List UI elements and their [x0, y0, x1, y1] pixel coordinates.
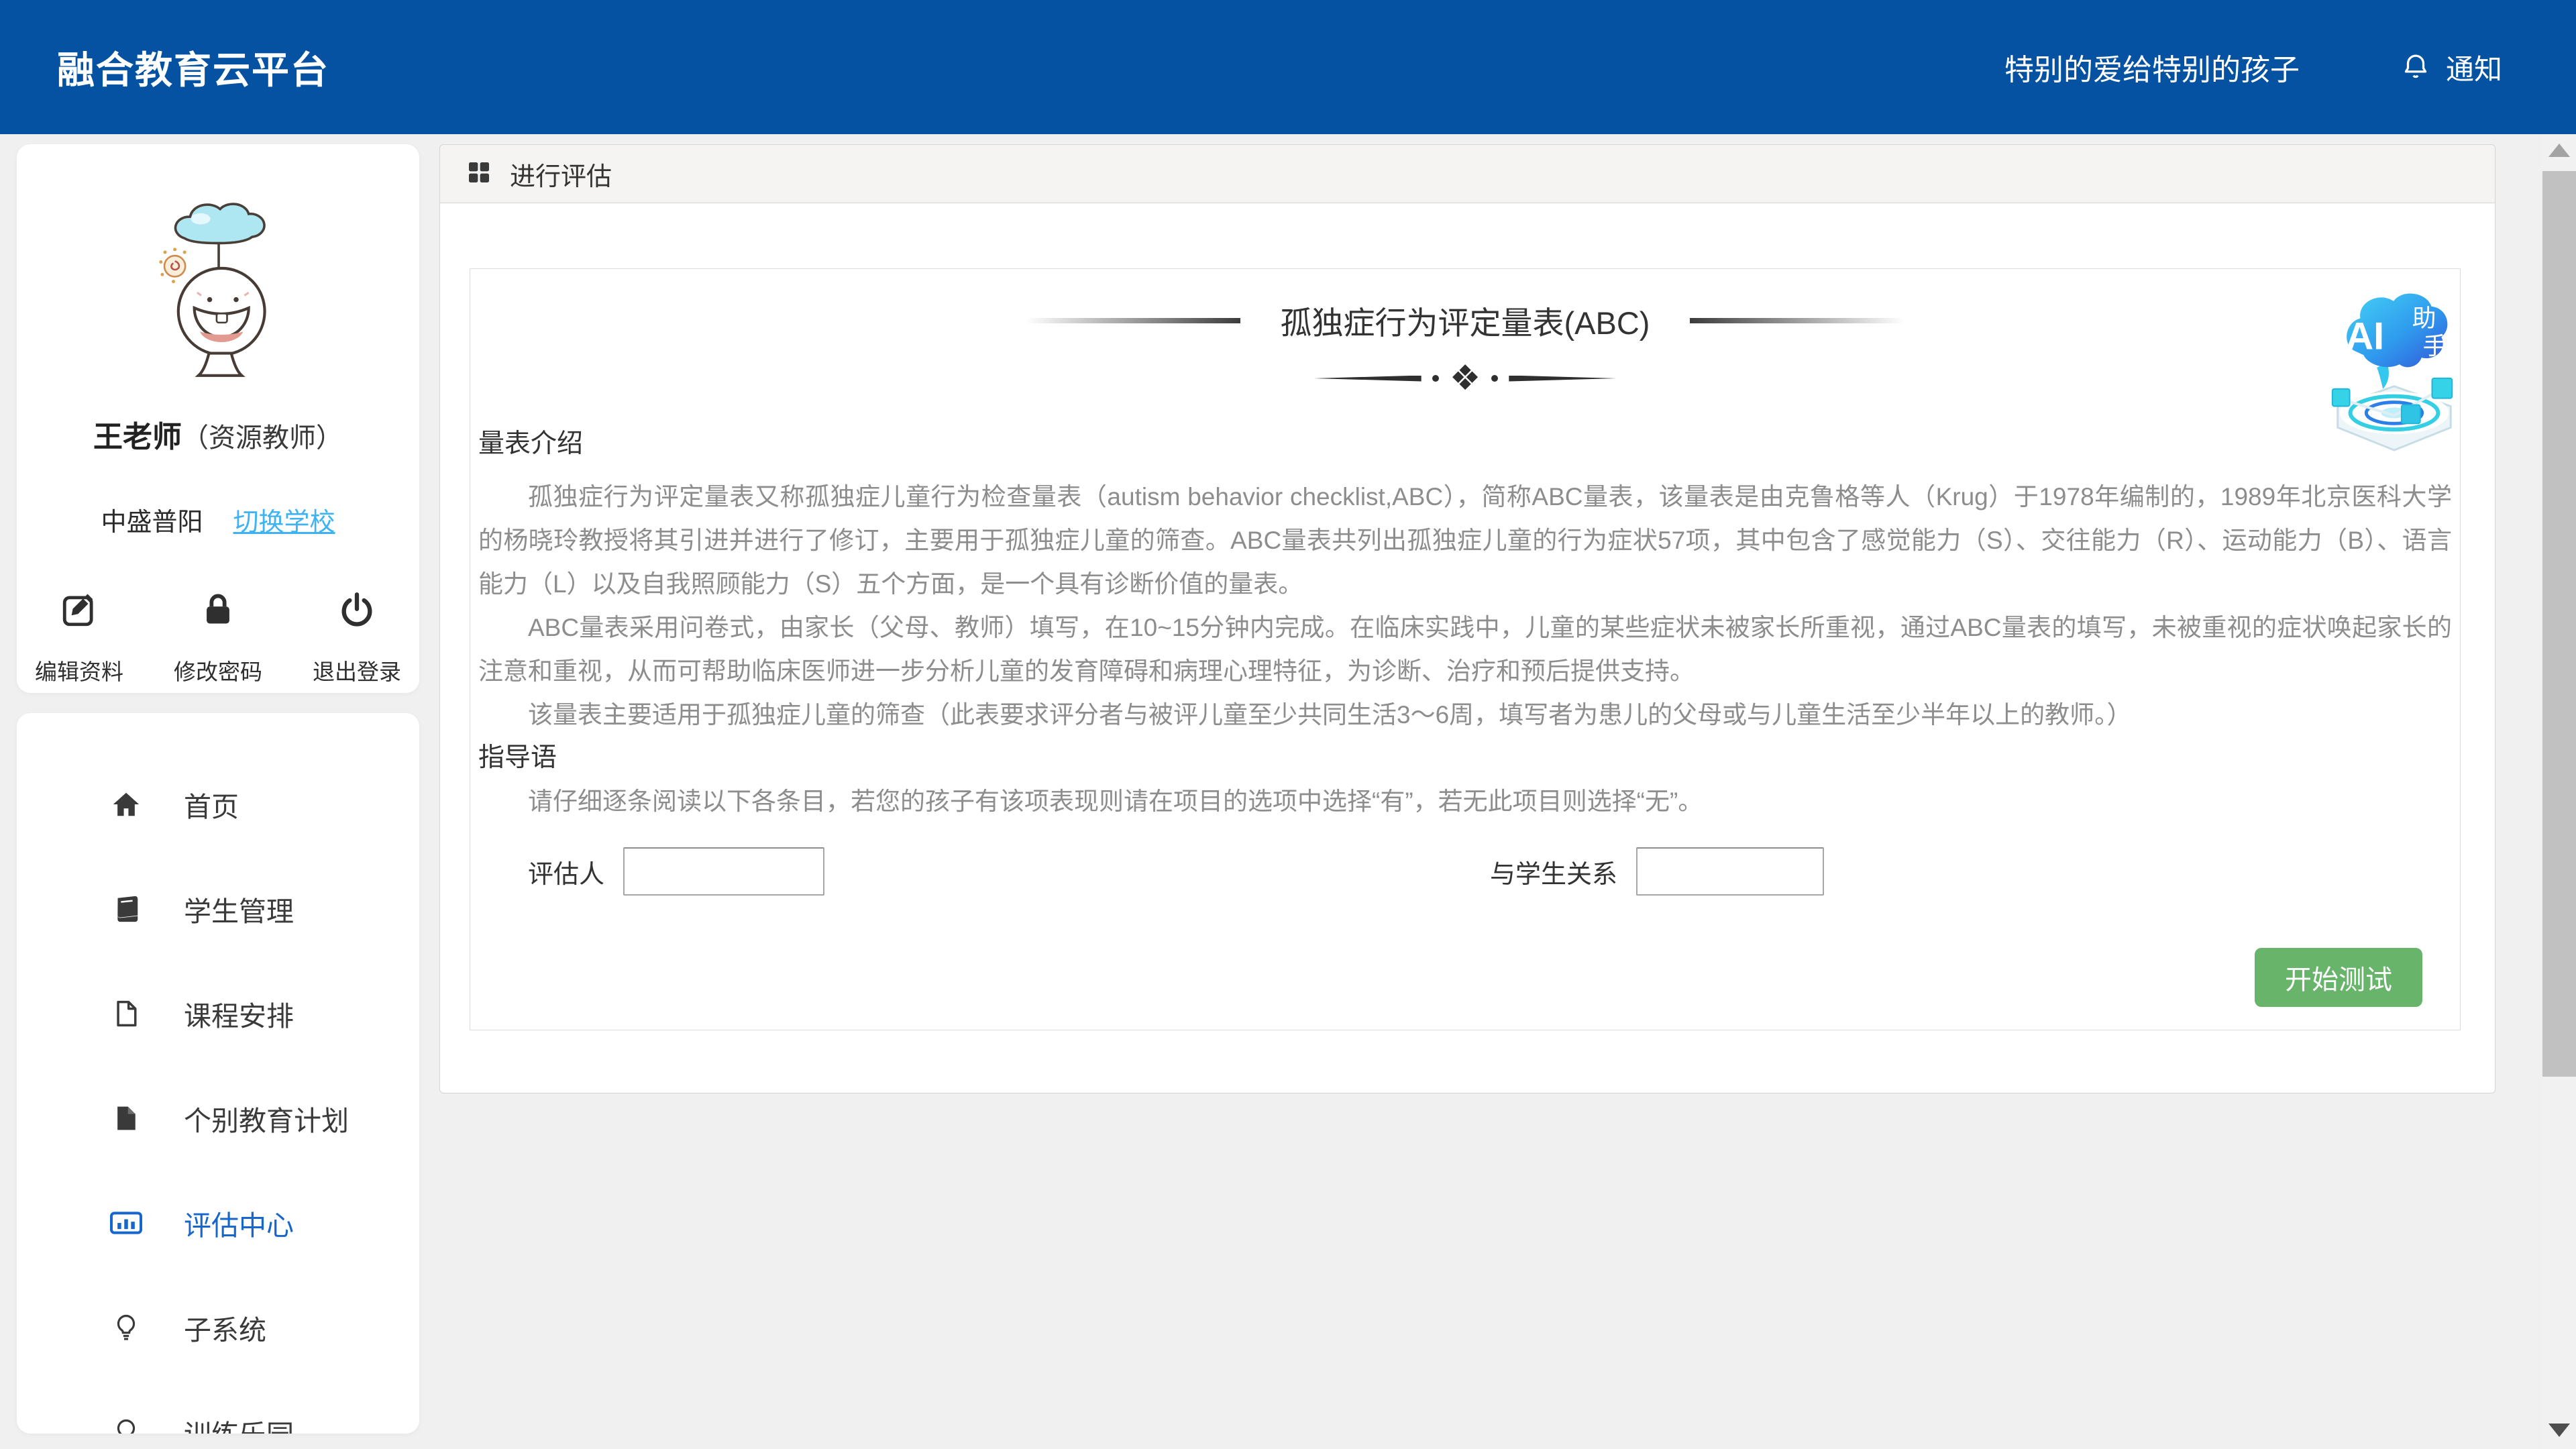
bulb-icon — [107, 1417, 145, 1434]
ai-assistant-badge[interactable]: AI 助 手 — [2318, 288, 2471, 454]
nav-label: 课程安排 — [184, 994, 294, 1034]
nav-label: 学生管理 — [184, 889, 294, 929]
intro-paragraph: ABC量表采用问卷式，由家长（父母、教师）填写，在10~15分钟内完成。在临床实… — [478, 606, 2452, 693]
school-row: 中盛普阳 切换学校 — [17, 501, 419, 538]
home-icon — [107, 789, 145, 820]
ornament-flower-icon: ❖ — [1450, 361, 1481, 396]
file-outline-icon — [107, 999, 145, 1028]
nav-label: 训练乐园 — [184, 1412, 294, 1434]
grid-icon — [466, 159, 492, 189]
ornament-dot — [1432, 375, 1439, 382]
top-header: 融合教育云平台 特别的爱给特别的孩子 通知 — [0, 0, 2576, 134]
notice-label: 通知 — [2446, 47, 2502, 88]
nav-label: 首页 — [184, 784, 239, 824]
scale-title-row: 孤独症行为评定量表(ABC) — [470, 297, 2460, 343]
change-password-label: 修改密码 — [174, 654, 262, 686]
header-slogan: 特别的爱给特别的孩子 — [2004, 46, 2300, 89]
bulb-icon — [107, 1313, 145, 1342]
scroll-up-arrow-icon[interactable] — [2548, 144, 2570, 157]
app-root: 融合教育云平台 特别的爱给特别的孩子 通知 — [0, 0, 2576, 1449]
title-line-left — [1026, 318, 1240, 323]
lock-icon — [199, 590, 237, 633]
profile-actions: 编辑资料 修改密码 退出登录 — [17, 590, 419, 686]
assessor-label: 评估人 — [528, 853, 604, 890]
svg-text:AI: AI — [2346, 315, 2385, 358]
start-test-button[interactable]: 开始测试 — [2255, 948, 2422, 1007]
nav-label: 个别教育计划 — [184, 1098, 349, 1138]
nav-label: 子系统 — [184, 1307, 266, 1348]
avatar — [134, 198, 302, 379]
edit-profile-label: 编辑资料 — [35, 654, 123, 686]
assessment-panel: 进行评估 — [439, 144, 2496, 1093]
assessor-input[interactable] — [623, 847, 824, 896]
edit-profile-button[interactable]: 编辑资料 — [35, 590, 123, 686]
scroll-down-arrow-icon[interactable] — [2548, 1424, 2570, 1437]
title-line-right — [1690, 318, 1904, 323]
user-name-row: 王老师（资源教师） — [17, 413, 419, 455]
intro-heading: 量表介绍 — [478, 423, 2452, 466]
sidebar-nav: 首页 学生管理 课 — [17, 713, 419, 1434]
switch-school-link[interactable]: 切换学校 — [233, 501, 335, 538]
power-icon — [337, 590, 376, 633]
panel-header: 进行评估 — [440, 145, 2495, 203]
bar-chart-icon — [107, 1208, 145, 1238]
change-password-button[interactable]: 修改密码 — [174, 590, 262, 686]
guide-heading: 指导语 — [478, 737, 2452, 780]
book-icon — [107, 894, 145, 924]
user-role: （资源教师） — [182, 423, 343, 453]
header-right: 特别的爱给特别的孩子 通知 — [2004, 46, 2502, 89]
relation-label: 与学生关系 — [1490, 853, 1617, 890]
notifications-button[interactable]: 通知 — [2400, 47, 2502, 88]
relation-field: 与学生关系 — [1490, 847, 1824, 896]
ornament-line-left — [1314, 376, 1421, 382]
sidebar-item-home[interactable]: 首页 — [17, 752, 419, 857]
guide-paragraph: 请仔细逐条阅读以下各条目，若您的孩子有该项表现则请在项目的选项中选择“有”，若无… — [478, 780, 2452, 823]
sidebar-item-schedule[interactable]: 课程安排 — [17, 961, 419, 1066]
file-solid-icon — [107, 1104, 145, 1133]
logout-button[interactable]: 退出登录 — [313, 590, 401, 686]
sidebar-item-training-park[interactable]: 训练乐园 — [17, 1380, 419, 1434]
scrollbar-thumb[interactable] — [2542, 171, 2576, 1077]
intro-paragraph: 该量表主要适用于孤独症儿童的筛查（此表要求评分者与被评儿童至少共同生活3～6周，… — [478, 693, 2452, 737]
assessor-field: 评估人 — [528, 847, 824, 896]
scale-text-block: 量表介绍 孤独症行为评定量表又称孤独症儿童行为检查量表（autism behav… — [470, 423, 2460, 823]
sidebar-item-assessment-center[interactable]: 评估中心 — [17, 1171, 419, 1275]
ornament-divider: ❖ — [470, 361, 2460, 396]
edit-icon — [60, 590, 99, 633]
school-name: 中盛普阳 — [101, 501, 203, 538]
sidebar-item-subsystem[interactable]: 子系统 — [17, 1275, 419, 1380]
intro-paragraph: 孤独症行为评定量表又称孤独症儿童行为检查量表（autism behavior c… — [478, 475, 2452, 606]
assessment-form: 评估人 与学生关系 — [470, 847, 2460, 901]
nav-card: 首页 学生管理 课 — [17, 713, 419, 1434]
scale-title: 孤独症行为评定量表(ABC) — [1281, 297, 1650, 343]
scale-card: AI 助 手 孤独症行为评定量表(ABC) ❖ 量表介绍 — [470, 268, 2461, 1030]
svg-text:助: 助 — [2412, 305, 2436, 332]
bell-icon — [2400, 52, 2431, 83]
profile-card: 王老师（资源教师） 中盛普阳 切换学校 编辑资料 — [17, 144, 419, 693]
scrollbar — [2542, 134, 2576, 1449]
app-logo: 融合教育云平台 — [57, 40, 329, 95]
relation-input[interactable] — [1636, 847, 1824, 896]
ornament-line-right — [1509, 376, 1616, 382]
sidebar-item-students[interactable]: 学生管理 — [17, 857, 419, 961]
sidebar-item-iep[interactable]: 个别教育计划 — [17, 1066, 419, 1171]
ornament-dot — [1491, 375, 1498, 382]
nav-label: 评估中心 — [184, 1203, 294, 1243]
logout-label: 退出登录 — [313, 654, 401, 686]
user-name: 王老师 — [93, 421, 182, 453]
svg-text:手: 手 — [2423, 333, 2447, 360]
panel-title: 进行评估 — [510, 156, 612, 193]
